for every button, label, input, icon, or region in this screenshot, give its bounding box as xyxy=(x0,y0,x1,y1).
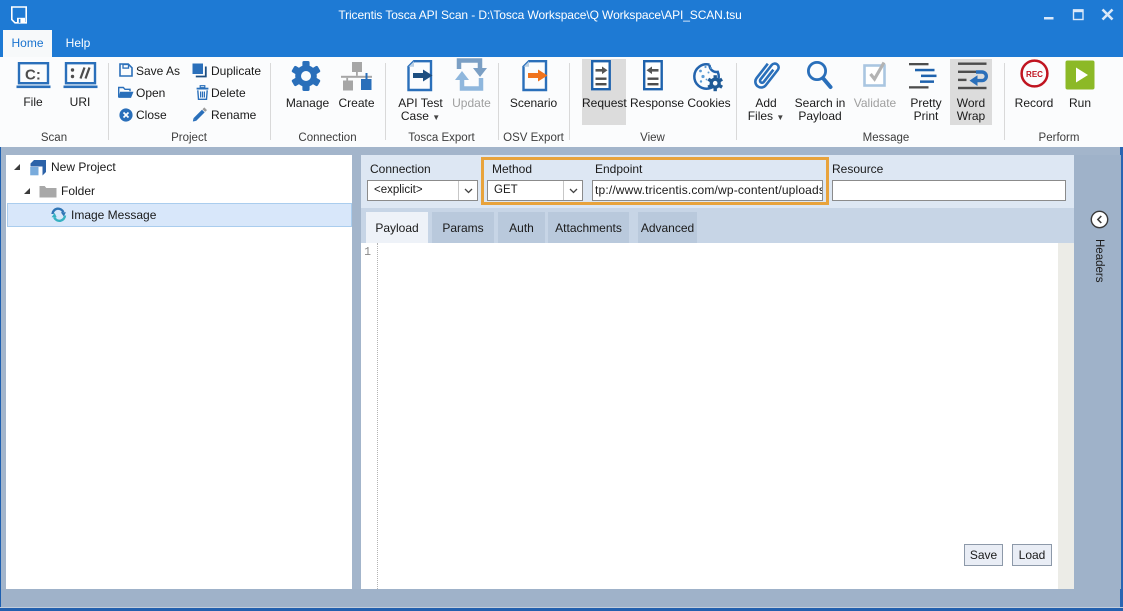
svg-text:C:: C: xyxy=(25,67,41,84)
svg-text:REC: REC xyxy=(1026,70,1043,79)
